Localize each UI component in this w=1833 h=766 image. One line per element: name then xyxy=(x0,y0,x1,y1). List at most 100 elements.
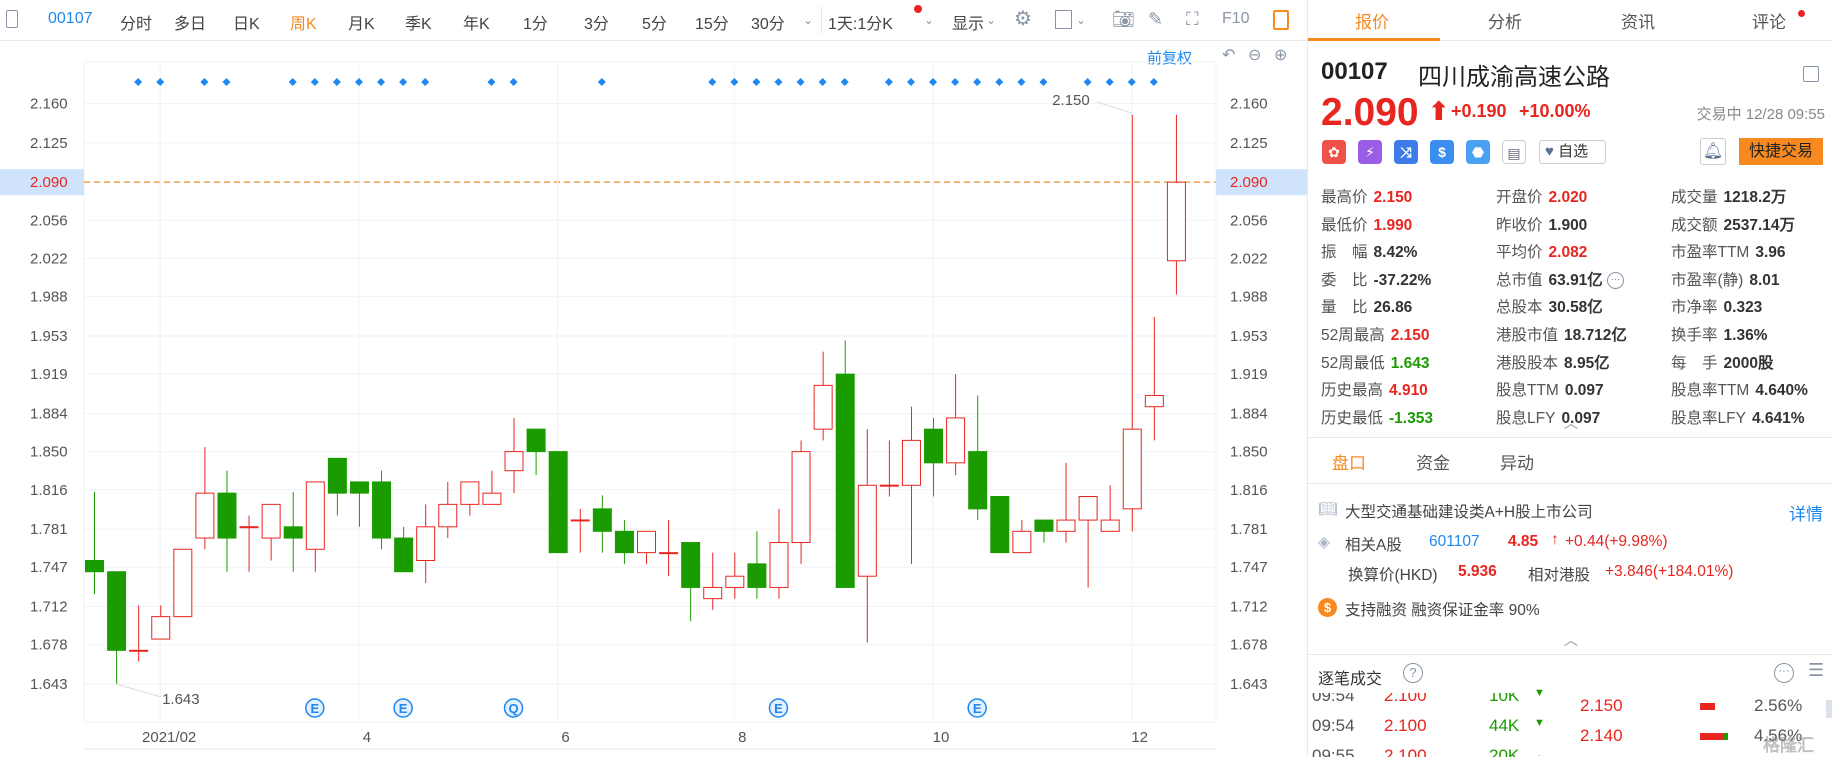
subtab-orderbook[interactable]: 盘口 xyxy=(1332,449,1366,474)
bookmark-icon[interactable]: ▤ xyxy=(1502,140,1526,164)
book-icon: 📖︎ xyxy=(1318,501,1338,518)
tag-icon: ⬣ xyxy=(1466,140,1490,164)
tab-intraday[interactable]: 分时 xyxy=(120,10,152,34)
stat-value: -1.353 xyxy=(1389,409,1433,427)
y-tick-label-left: 2.056 xyxy=(30,212,68,229)
tab-3min[interactable]: 3分 xyxy=(584,10,609,34)
tab-analysis[interactable]: 分析 xyxy=(1488,8,1522,33)
subtab-alerts[interactable]: 异动 xyxy=(1500,449,1534,474)
stat-item: 股息率LFY 4.641% xyxy=(1671,406,1805,428)
a-share-code[interactable]: 601107 xyxy=(1429,533,1480,551)
more-icon[interactable]: ··· xyxy=(1607,272,1625,290)
dividend-marker-dot xyxy=(796,78,805,86)
y-tick-label-right: 1.988 xyxy=(1230,289,1268,306)
gear-icon[interactable]: ⚙ xyxy=(1014,9,1032,29)
display-menu[interactable]: 显示 xyxy=(952,10,984,34)
stat-label: 历史最高 xyxy=(1321,382,1384,400)
list-icon[interactable]: ☰ xyxy=(1808,660,1824,681)
stat-item: 成交额 2537.14万 xyxy=(1671,213,1795,235)
price-change: +0.190 xyxy=(1451,101,1507,121)
tab-30min[interactable]: 30分 xyxy=(751,10,785,34)
event-marker-label: E xyxy=(399,701,408,716)
stat-value: 1.643 xyxy=(1390,354,1430,372)
y-tick-label-right: 1.678 xyxy=(1230,637,1268,654)
chevron-down-icon[interactable]: ⌄ xyxy=(924,10,934,30)
depth-pct: 2.56% xyxy=(1754,696,1803,715)
menu-icon[interactable] xyxy=(1803,66,1819,82)
fullscreen-icon[interactable]: ⛶ xyxy=(1186,9,1199,29)
stat-label: 委 比 xyxy=(1321,271,1368,289)
panel-toggle-icon[interactable] xyxy=(1273,10,1289,30)
tick-time: 09:54 xyxy=(1312,716,1355,735)
tab-monthly-k[interactable]: 月K xyxy=(348,10,375,34)
tab-5min[interactable]: 5分 xyxy=(642,10,667,34)
watchlist-button[interactable]: ♥ 自选 xyxy=(1539,140,1606,164)
event-marker-label: E xyxy=(774,701,783,716)
chevron-down-icon[interactable]: ⌄ xyxy=(1076,10,1086,30)
candle-down xyxy=(327,457,347,494)
tick-volume: 20K xyxy=(1489,746,1520,765)
undo-icon[interactable]: ↶ xyxy=(1222,46,1235,66)
layout-icon[interactable] xyxy=(1055,10,1072,29)
tab-news[interactable]: 资讯 xyxy=(1621,8,1655,33)
tab-weekly-k[interactable]: 周K xyxy=(290,10,317,34)
bell-icon[interactable]: 🔔︎ xyxy=(1700,138,1726,165)
pencil-icon[interactable]: ✎ xyxy=(1148,9,1163,29)
shuffle-icon: ⤨ xyxy=(1394,140,1418,164)
candlestick-chart[interactable]: 2.160 2.160 2.125 2.125 2.090 2.090 2.056 2.056… xyxy=(0,0,1307,756)
stat-item: 港股市值 18.712亿 xyxy=(1496,323,1627,345)
candle-up xyxy=(1166,181,1186,262)
stat-item: 市净率 0.323 xyxy=(1671,295,1762,317)
tab-quarterly-k[interactable]: 季K xyxy=(405,10,432,34)
down-triangle-icon: ▼ xyxy=(1534,717,1545,729)
sidebar-toggle-icon[interactable] xyxy=(6,10,18,28)
candle-down xyxy=(747,563,767,588)
tick-volume: 10K xyxy=(1489,686,1520,705)
y-tick-label-right: 1.953 xyxy=(1230,328,1268,345)
camera-icon[interactable]: 📷︎ xyxy=(1112,9,1135,29)
candle-up xyxy=(946,417,966,464)
stat-label: 每 手 xyxy=(1671,354,1718,372)
tab-1min[interactable]: 1分 xyxy=(523,10,548,34)
adjust-mode-button[interactable]: 前复权 xyxy=(1147,47,1192,68)
details-link[interactable]: 详情 xyxy=(1789,500,1823,525)
tab-yearly-k[interactable]: 年K xyxy=(463,10,490,34)
candle-down xyxy=(394,537,414,573)
candle-down xyxy=(283,526,303,539)
dividend-marker-dot xyxy=(288,78,297,86)
candle-down xyxy=(217,492,237,539)
scrollbar[interactable] xyxy=(1826,700,1832,718)
stat-value: 1218.2万 xyxy=(1723,189,1787,206)
stat-label: 股息率TTM xyxy=(1671,382,1750,400)
candle-down xyxy=(614,530,634,554)
stat-value: 3.96 xyxy=(1755,244,1786,262)
high-price-annotation: 2.150 xyxy=(1052,92,1090,109)
tab-daily-k[interactable]: 日K xyxy=(233,10,260,34)
stock-code[interactable]: 00107 xyxy=(48,10,93,28)
tab-15min[interactable]: 15分 xyxy=(695,10,729,34)
tab-quote[interactable]: 报价 xyxy=(1355,8,1389,33)
chevron-down-icon[interactable]: ⌄ xyxy=(986,10,996,30)
zoom-in-icon[interactable]: ⊕ xyxy=(1274,46,1287,66)
tab-multiday[interactable]: 多日 xyxy=(174,10,206,34)
x-tick-label: 10 xyxy=(933,729,950,746)
event-marker-label: E xyxy=(973,701,982,716)
f10-button[interactable]: F10 xyxy=(1222,10,1250,28)
tab-comments[interactable]: 评论 xyxy=(1752,8,1786,33)
zoom-out-icon[interactable]: ⊖ xyxy=(1248,46,1261,66)
candle-up xyxy=(173,548,193,618)
up-arrow-icon: ⬆ xyxy=(1428,96,1450,126)
stat-label: 市盈率(静) xyxy=(1671,271,1744,289)
quick-trade-button[interactable]: 快捷交易 xyxy=(1739,138,1823,165)
hk-flag-icon: ✿ xyxy=(1322,140,1346,164)
chevron-down-icon[interactable]: ⌄ xyxy=(803,10,813,30)
event-marker-icon xyxy=(768,698,789,718)
more-icon[interactable]: ··· xyxy=(1774,663,1794,683)
collapse-icon[interactable]: ︿ xyxy=(1564,630,1578,650)
period-selector[interactable]: 1天:1分K xyxy=(828,10,893,34)
y-tick-label-right: 1.712 xyxy=(1230,599,1268,616)
dividend-marker-dot xyxy=(951,78,960,86)
collapse-icon[interactable]: ︿ xyxy=(1564,413,1578,433)
help-icon[interactable]: ? xyxy=(1403,663,1423,683)
subtab-funds[interactable]: 资金 xyxy=(1416,449,1450,474)
